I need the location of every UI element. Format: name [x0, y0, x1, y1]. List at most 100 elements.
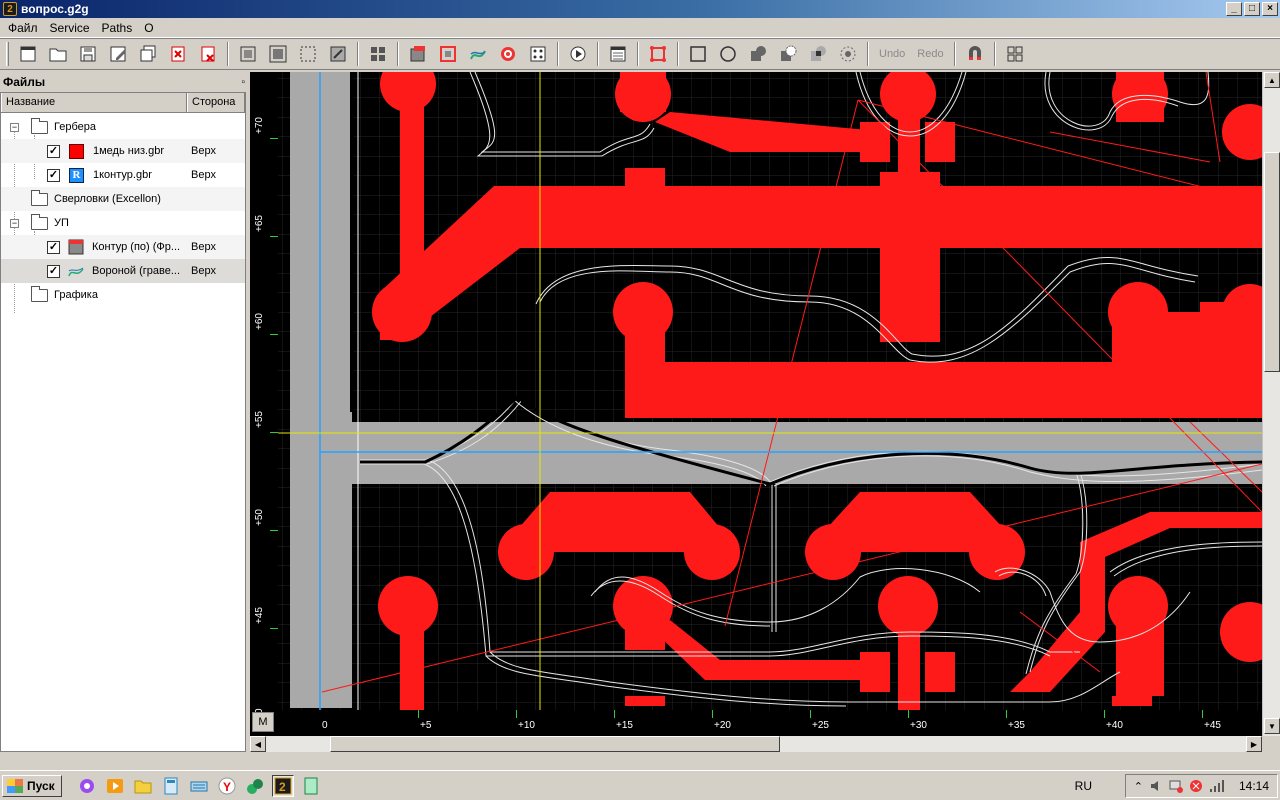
zoom-selection-icon	[300, 46, 316, 62]
menu-file[interactable]: Файл	[2, 21, 44, 35]
intersect-button[interactable]	[805, 41, 831, 67]
collapse-icon[interactable]: −	[10, 218, 19, 228]
save-all-button[interactable]	[135, 41, 161, 67]
menu-service[interactable]: Service	[44, 21, 96, 35]
group-icon	[1007, 46, 1023, 62]
toolbar-grip[interactable]	[6, 42, 9, 66]
language-indicator[interactable]: RU	[1075, 779, 1092, 793]
tree-group-gerbers[interactable]: − Гербера	[1, 115, 245, 139]
vertical-scroll-thumb[interactable]	[1264, 152, 1280, 372]
settings-button[interactable]	[605, 41, 631, 67]
save-button[interactable]	[75, 41, 101, 67]
contour-button[interactable]	[435, 41, 461, 67]
clock[interactable]: 14:14	[1239, 779, 1269, 793]
zoom-selection-button[interactable]	[295, 41, 321, 67]
column-side-header[interactable]: Сторона	[187, 93, 245, 112]
voronoi-button[interactable]	[465, 41, 491, 67]
signal-strength-icon[interactable]	[1209, 779, 1225, 793]
media-player-icon[interactable]	[104, 775, 126, 797]
undo-button[interactable]: Undo	[873, 48, 911, 60]
visibility-checkbox[interactable]: ✓	[47, 264, 60, 278]
layer-button[interactable]	[405, 41, 431, 67]
tree-group-drills[interactable]: Сверловки (Excellon)	[1, 187, 245, 211]
network-error-icon[interactable]	[1169, 779, 1183, 793]
zoom-board-button[interactable]	[265, 41, 291, 67]
menu-paths[interactable]: Paths	[96, 21, 139, 35]
visibility-checkbox[interactable]: ✓	[47, 168, 60, 182]
explorer-icon[interactable]	[132, 775, 154, 797]
tree-group-graphics[interactable]: Графика	[1, 283, 245, 307]
rectangle-tool-button[interactable]	[685, 41, 711, 67]
x-tick-label: +5	[420, 720, 432, 731]
toolbar-separator	[557, 42, 559, 66]
collapse-icon[interactable]: −	[10, 122, 19, 132]
close-button[interactable]: ×	[1262, 2, 1278, 16]
menu-o[interactable]: O	[138, 21, 159, 35]
mode-toggle-button[interactable]: M	[252, 712, 274, 732]
keyboard-icon[interactable]	[188, 775, 210, 797]
y-tick-label: +55	[254, 411, 265, 428]
scroll-up-button[interactable]: ▲	[1264, 72, 1280, 88]
xor-button[interactable]	[835, 41, 861, 67]
file-name: 1медь низ.gbr	[93, 145, 164, 157]
toolbar-separator	[993, 42, 996, 66]
yandex-browser-icon[interactable]: Y	[216, 775, 238, 797]
save-as-button[interactable]	[105, 41, 131, 67]
horizontal-scrollbar[interactable]: ◀ ▶	[250, 736, 1262, 752]
simulate-button[interactable]	[565, 41, 591, 67]
close-file-button[interactable]	[165, 41, 191, 67]
download-manager-icon[interactable]	[244, 775, 266, 797]
pcb-canvas[interactable]: +70 +65 +60 +55 +50 +45 0 0 +5 +10 +15 +…	[250, 72, 1262, 736]
tree-item-contour-path[interactable]: ✓ Контур (по) (Фр... Верх	[1, 235, 245, 259]
grid-view-button[interactable]	[365, 41, 391, 67]
group-button[interactable]	[1002, 41, 1028, 67]
flatcam-task-icon[interactable]: 2	[271, 774, 294, 797]
horizontal-scroll-thumb[interactable]	[330, 736, 780, 752]
redo-button[interactable]: Redo	[911, 48, 949, 60]
tree-item-copper-bottom[interactable]: ✓ 1медь низ.gbr Верх	[1, 139, 245, 163]
close-all-button[interactable]	[195, 41, 221, 67]
snap-button[interactable]	[962, 41, 988, 67]
circle-icon	[720, 46, 736, 62]
drill-button[interactable]	[525, 41, 551, 67]
scroll-right-button[interactable]: ▶	[1246, 736, 1262, 752]
speaker-icon[interactable]	[1149, 779, 1163, 793]
svg-text:2: 2	[279, 780, 286, 794]
pocket-button[interactable]	[495, 41, 521, 67]
visibility-checkbox[interactable]: ✓	[47, 144, 60, 158]
grid-icon	[371, 47, 385, 61]
layer-icon	[410, 46, 425, 62]
taskbar: Пуск Y 2 RU ⌃ 14:14	[0, 770, 1280, 800]
security-alert-icon[interactable]	[1189, 779, 1203, 793]
tree-item-voronoi-path[interactable]: ✓ Вороной (граве... Верх	[1, 259, 245, 283]
tree-group-toolpaths[interactable]: − УП	[1, 211, 245, 235]
main-toolbar: Undo Redo	[0, 38, 1280, 70]
zoom-out-button[interactable]	[325, 41, 351, 67]
maximize-button[interactable]: □	[1244, 2, 1260, 16]
new-file-button[interactable]	[15, 41, 41, 67]
bridge-button[interactable]	[645, 41, 671, 67]
toolbar-separator	[637, 42, 639, 66]
minimize-button[interactable]: _	[1226, 2, 1242, 16]
scroll-left-button[interactable]: ◀	[250, 736, 266, 752]
column-name-header[interactable]: Название	[1, 93, 187, 112]
calculator-icon[interactable]	[160, 775, 182, 797]
float-panel-icon[interactable]: ▫	[241, 77, 245, 88]
show-hidden-icons-icon[interactable]: ⌃	[1134, 780, 1143, 793]
alice-assistant-icon[interactable]	[76, 775, 98, 797]
start-button[interactable]: Пуск	[2, 774, 62, 797]
tree-item-outline[interactable]: ✓ R 1контур.gbr Верх	[1, 163, 245, 187]
vertical-scrollbar[interactable]: ▲ ▼	[1262, 72, 1280, 736]
subtract-button[interactable]	[775, 41, 801, 67]
board-edge-left	[290, 72, 352, 708]
toolbar-separator	[677, 42, 679, 66]
scroll-down-button[interactable]: ▼	[1264, 718, 1280, 734]
open-file-button[interactable]	[45, 41, 71, 67]
group-label: Графика	[54, 289, 98, 301]
notepad-task-icon[interactable]	[300, 775, 322, 797]
file-side: Верх	[191, 145, 216, 157]
zoom-fit-button[interactable]	[235, 41, 261, 67]
circle-tool-button[interactable]	[715, 41, 741, 67]
union-button[interactable]	[745, 41, 771, 67]
visibility-checkbox[interactable]: ✓	[47, 240, 60, 254]
